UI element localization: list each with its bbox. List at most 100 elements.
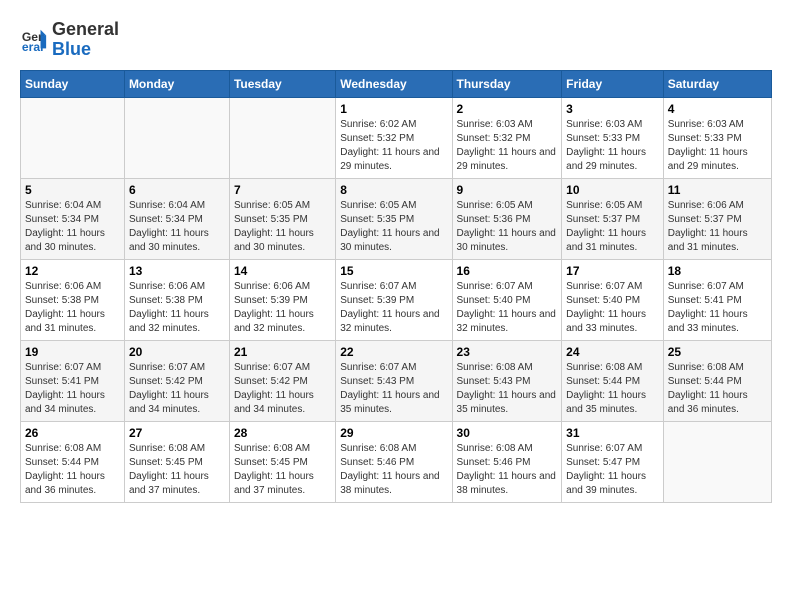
day-info: Sunrise: 6:07 AM Sunset: 5:42 PM Dayligh…: [129, 361, 225, 417]
logo: Gen eral General Blue: [20, 20, 119, 60]
day-number: 9: [457, 183, 558, 197]
calendar-cell: 24 Sunrise: 6:08 AM Sunset: 5:44 PM Dayl…: [562, 340, 664, 421]
day-info: Sunrise: 6:06 AM Sunset: 5:38 PM Dayligh…: [129, 280, 225, 336]
day-number: 3: [566, 102, 659, 116]
day-number: 7: [234, 183, 331, 197]
calendar-cell: 28 Sunrise: 6:08 AM Sunset: 5:45 PM Dayl…: [229, 421, 335, 502]
calendar-cell: 10 Sunrise: 6:05 AM Sunset: 5:37 PM Dayl…: [562, 178, 664, 259]
day-info: Sunrise: 6:03 AM Sunset: 5:33 PM Dayligh…: [566, 118, 659, 174]
column-header-tuesday: Tuesday: [229, 70, 335, 97]
day-number: 17: [566, 264, 659, 278]
day-info: Sunrise: 6:08 AM Sunset: 5:46 PM Dayligh…: [457, 442, 558, 498]
calendar-week-row: 26 Sunrise: 6:08 AM Sunset: 5:44 PM Dayl…: [21, 421, 772, 502]
day-number: 23: [457, 345, 558, 359]
day-number: 4: [668, 102, 767, 116]
calendar-cell: 9 Sunrise: 6:05 AM Sunset: 5:36 PM Dayli…: [452, 178, 562, 259]
day-number: 31: [566, 426, 659, 440]
calendar-cell: 16 Sunrise: 6:07 AM Sunset: 5:40 PM Dayl…: [452, 259, 562, 340]
day-number: 5: [25, 183, 120, 197]
calendar-cell: 27 Sunrise: 6:08 AM Sunset: 5:45 PM Dayl…: [124, 421, 229, 502]
calendar-cell: 7 Sunrise: 6:05 AM Sunset: 5:35 PM Dayli…: [229, 178, 335, 259]
day-info: Sunrise: 6:06 AM Sunset: 5:39 PM Dayligh…: [234, 280, 331, 336]
day-number: 16: [457, 264, 558, 278]
calendar-cell: 6 Sunrise: 6:04 AM Sunset: 5:34 PM Dayli…: [124, 178, 229, 259]
day-info: Sunrise: 6:07 AM Sunset: 5:47 PM Dayligh…: [566, 442, 659, 498]
day-info: Sunrise: 6:03 AM Sunset: 5:33 PM Dayligh…: [668, 118, 767, 174]
day-info: Sunrise: 6:05 AM Sunset: 5:35 PM Dayligh…: [340, 199, 447, 255]
calendar-week-row: 1 Sunrise: 6:02 AM Sunset: 5:32 PM Dayli…: [21, 97, 772, 178]
day-info: Sunrise: 6:07 AM Sunset: 5:43 PM Dayligh…: [340, 361, 447, 417]
day-number: 29: [340, 426, 447, 440]
calendar-cell: 23 Sunrise: 6:08 AM Sunset: 5:43 PM Dayl…: [452, 340, 562, 421]
day-info: Sunrise: 6:08 AM Sunset: 5:45 PM Dayligh…: [234, 442, 331, 498]
day-info: Sunrise: 6:02 AM Sunset: 5:32 PM Dayligh…: [340, 118, 447, 174]
day-number: 25: [668, 345, 767, 359]
day-number: 12: [25, 264, 120, 278]
day-info: Sunrise: 6:06 AM Sunset: 5:37 PM Dayligh…: [668, 199, 767, 255]
day-number: 19: [25, 345, 120, 359]
calendar-cell: 26 Sunrise: 6:08 AM Sunset: 5:44 PM Dayl…: [21, 421, 125, 502]
day-number: 13: [129, 264, 225, 278]
day-info: Sunrise: 6:04 AM Sunset: 5:34 PM Dayligh…: [129, 199, 225, 255]
calendar-week-row: 12 Sunrise: 6:06 AM Sunset: 5:38 PM Dayl…: [21, 259, 772, 340]
day-number: 18: [668, 264, 767, 278]
calendar-table: SundayMondayTuesdayWednesdayThursdayFrid…: [20, 70, 772, 503]
day-info: Sunrise: 6:07 AM Sunset: 5:40 PM Dayligh…: [566, 280, 659, 336]
calendar-cell: 2 Sunrise: 6:03 AM Sunset: 5:32 PM Dayli…: [452, 97, 562, 178]
day-number: 21: [234, 345, 331, 359]
calendar-week-row: 19 Sunrise: 6:07 AM Sunset: 5:41 PM Dayl…: [21, 340, 772, 421]
calendar-cell: 1 Sunrise: 6:02 AM Sunset: 5:32 PM Dayli…: [336, 97, 452, 178]
day-info: Sunrise: 6:07 AM Sunset: 5:40 PM Dayligh…: [457, 280, 558, 336]
calendar-cell: 22 Sunrise: 6:07 AM Sunset: 5:43 PM Dayl…: [336, 340, 452, 421]
day-info: Sunrise: 6:04 AM Sunset: 5:34 PM Dayligh…: [25, 199, 120, 255]
calendar-cell: 31 Sunrise: 6:07 AM Sunset: 5:47 PM Dayl…: [562, 421, 664, 502]
day-number: 30: [457, 426, 558, 440]
calendar-cell: 8 Sunrise: 6:05 AM Sunset: 5:35 PM Dayli…: [336, 178, 452, 259]
header: Gen eral General Blue: [20, 20, 772, 60]
day-info: Sunrise: 6:06 AM Sunset: 5:38 PM Dayligh…: [25, 280, 120, 336]
day-number: 6: [129, 183, 225, 197]
calendar-cell: 11 Sunrise: 6:06 AM Sunset: 5:37 PM Dayl…: [663, 178, 771, 259]
calendar-cell: 17 Sunrise: 6:07 AM Sunset: 5:40 PM Dayl…: [562, 259, 664, 340]
day-info: Sunrise: 6:07 AM Sunset: 5:42 PM Dayligh…: [234, 361, 331, 417]
calendar-cell: 19 Sunrise: 6:07 AM Sunset: 5:41 PM Dayl…: [21, 340, 125, 421]
logo-icon: Gen eral: [20, 26, 48, 54]
calendar-cell: 3 Sunrise: 6:03 AM Sunset: 5:33 PM Dayli…: [562, 97, 664, 178]
day-number: 14: [234, 264, 331, 278]
day-number: 26: [25, 426, 120, 440]
day-info: Sunrise: 6:08 AM Sunset: 5:43 PM Dayligh…: [457, 361, 558, 417]
logo-text-line1: General: [52, 20, 119, 40]
calendar-cell: 18 Sunrise: 6:07 AM Sunset: 5:41 PM Dayl…: [663, 259, 771, 340]
day-number: 24: [566, 345, 659, 359]
day-number: 28: [234, 426, 331, 440]
calendar-cell: 20 Sunrise: 6:07 AM Sunset: 5:42 PM Dayl…: [124, 340, 229, 421]
calendar-cell: 29 Sunrise: 6:08 AM Sunset: 5:46 PM Dayl…: [336, 421, 452, 502]
day-info: Sunrise: 6:08 AM Sunset: 5:44 PM Dayligh…: [566, 361, 659, 417]
day-number: 15: [340, 264, 447, 278]
day-number: 10: [566, 183, 659, 197]
column-header-friday: Friday: [562, 70, 664, 97]
day-info: Sunrise: 6:08 AM Sunset: 5:44 PM Dayligh…: [668, 361, 767, 417]
svg-text:eral: eral: [22, 40, 44, 54]
day-info: Sunrise: 6:07 AM Sunset: 5:39 PM Dayligh…: [340, 280, 447, 336]
calendar-cell: 5 Sunrise: 6:04 AM Sunset: 5:34 PM Dayli…: [21, 178, 125, 259]
day-number: 22: [340, 345, 447, 359]
logo-text-line2: Blue: [52, 40, 119, 60]
calendar-cell: [663, 421, 771, 502]
calendar-cell: 21 Sunrise: 6:07 AM Sunset: 5:42 PM Dayl…: [229, 340, 335, 421]
column-header-saturday: Saturday: [663, 70, 771, 97]
day-info: Sunrise: 6:05 AM Sunset: 5:37 PM Dayligh…: [566, 199, 659, 255]
column-header-monday: Monday: [124, 70, 229, 97]
day-number: 1: [340, 102, 447, 116]
day-number: 2: [457, 102, 558, 116]
calendar-cell: 30 Sunrise: 6:08 AM Sunset: 5:46 PM Dayl…: [452, 421, 562, 502]
day-info: Sunrise: 6:05 AM Sunset: 5:36 PM Dayligh…: [457, 199, 558, 255]
day-number: 27: [129, 426, 225, 440]
calendar-cell: 14 Sunrise: 6:06 AM Sunset: 5:39 PM Dayl…: [229, 259, 335, 340]
calendar-header-row: SundayMondayTuesdayWednesdayThursdayFrid…: [21, 70, 772, 97]
column-header-thursday: Thursday: [452, 70, 562, 97]
day-info: Sunrise: 6:08 AM Sunset: 5:45 PM Dayligh…: [129, 442, 225, 498]
day-info: Sunrise: 6:05 AM Sunset: 5:35 PM Dayligh…: [234, 199, 331, 255]
calendar-cell: 25 Sunrise: 6:08 AM Sunset: 5:44 PM Dayl…: [663, 340, 771, 421]
day-number: 8: [340, 183, 447, 197]
